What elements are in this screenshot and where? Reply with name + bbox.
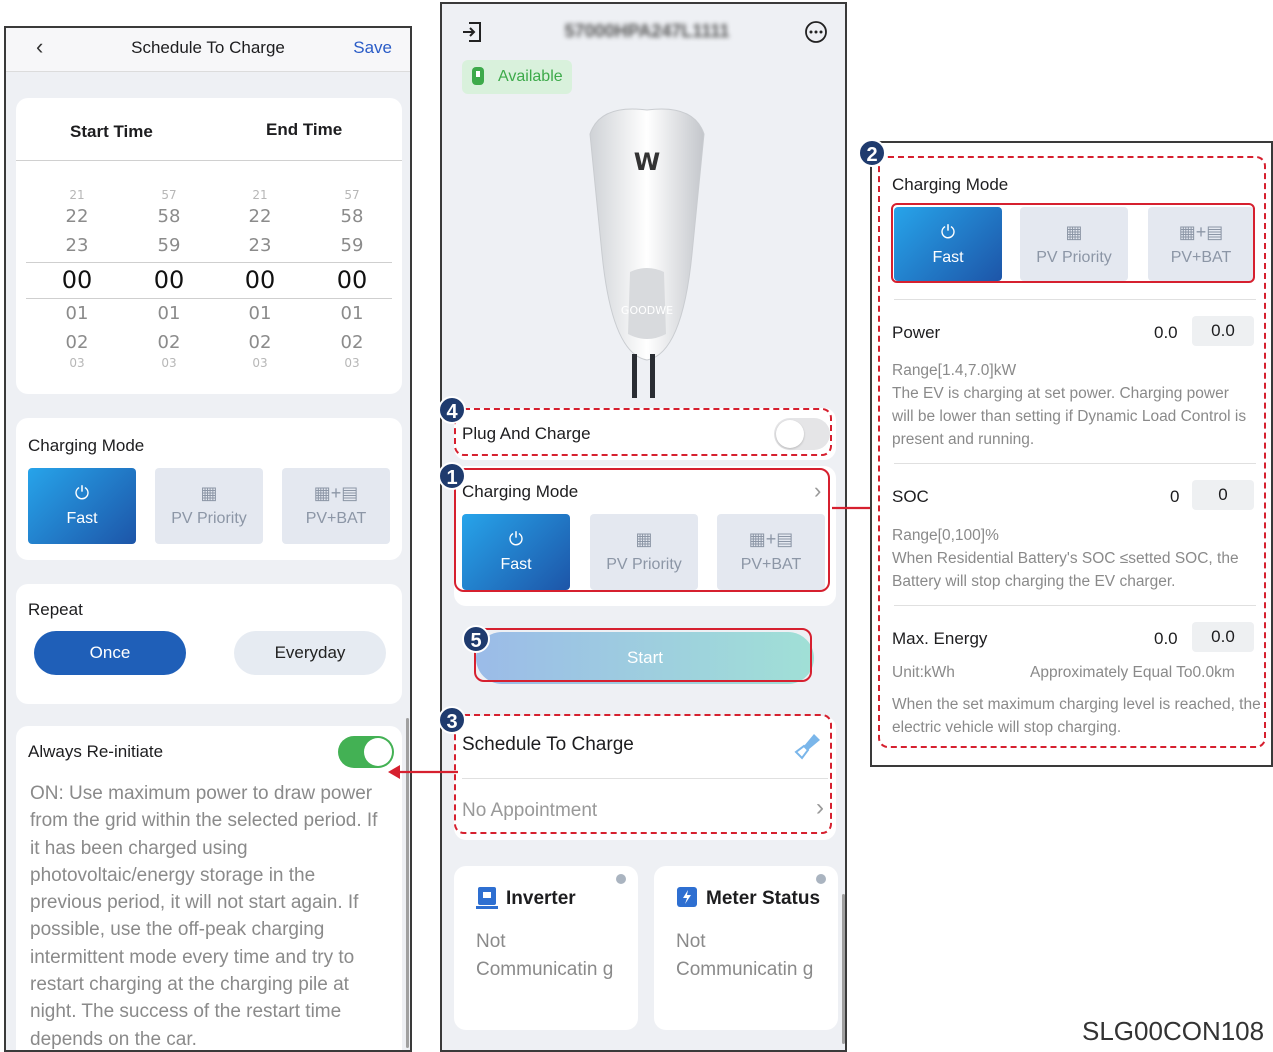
mode-pv-priority-button[interactable]: ▦ PV Priority	[155, 468, 263, 544]
mode-pv-bat-button[interactable]: ▦+▤ PV+BAT	[282, 468, 390, 544]
picker-item: 02	[157, 332, 181, 353]
charging-mode-card: Charging Mode ⏻ Fast ▦ PV Priority ▦+▤ P…	[16, 418, 402, 560]
meter-status-card[interactable]: Meter Status Not Communicatin g	[654, 866, 838, 1030]
status-badge: Available	[462, 60, 572, 94]
picker-item: 59	[340, 235, 364, 256]
reinitiate-card: Always Re-initiate ON: Use maximum power…	[16, 726, 402, 1050]
section-title: Repeat	[28, 600, 83, 619]
meter-title: Meter Status	[706, 888, 821, 909]
annotation-badge-1: 1	[438, 462, 466, 490]
inverter-icon	[476, 887, 498, 909]
annotation-box-plug-and-charge	[454, 408, 832, 456]
picker-item: 59	[157, 235, 181, 256]
inverter-title: Inverter	[506, 888, 576, 909]
picker-item: 22	[65, 206, 89, 227]
picker-selected-end-hour: 00	[244, 266, 276, 294]
page-title: Schedule To Charge	[131, 38, 285, 57]
reinitiate-title: Always Re-initiate	[28, 742, 164, 761]
annotation-badge-5: 5	[462, 625, 490, 653]
more-options-icon[interactable]	[804, 20, 828, 44]
picker-item: 23	[65, 235, 89, 256]
plug-icon: ⏻	[74, 483, 90, 503]
annotation-badge-4: 4	[438, 396, 466, 424]
status-dot	[616, 874, 626, 884]
time-picker-card: Start Time End Time 21 57 21 57 22 58 22…	[16, 98, 402, 394]
reinitiate-description: ON: Use maximum power to draw power from…	[30, 783, 378, 1050]
inverter-status: Not Communicatin g	[476, 931, 614, 980]
meter-icon	[677, 887, 697, 907]
meter-status: Not Communicatin g	[676, 931, 814, 980]
nav-bar: ‹ Schedule To Charge Save	[6, 28, 410, 72]
picker-selected-end-minute: 00	[336, 266, 368, 294]
annotation-box-start	[474, 628, 812, 682]
picker-item: 58	[340, 206, 364, 227]
section-title: Charging Mode	[28, 436, 145, 455]
annotation-box-schedule	[454, 714, 832, 834]
annotation-badge-3: 3	[438, 706, 466, 734]
picker-item: 22	[248, 206, 272, 227]
charger-status-icon	[472, 67, 484, 85]
repeat-once-button[interactable]: Once	[34, 631, 186, 675]
picker-item: 01	[157, 303, 181, 324]
picker-item: 02	[248, 332, 272, 353]
start-time-label[interactable]: Start Time	[70, 122, 153, 142]
picker-item: 03	[344, 356, 360, 370]
schedule-screen: ‹ Schedule To Charge Save Start Time End…	[4, 26, 412, 1052]
picker-item: 03	[161, 356, 177, 370]
picker-item: 01	[340, 303, 364, 324]
picker-item: 01	[65, 303, 89, 324]
repeat-everyday-button[interactable]: Everyday	[234, 631, 386, 675]
repeat-card: Repeat Once Everyday	[16, 584, 402, 704]
charger-image: GOODWE W	[589, 108, 705, 398]
end-time-label[interactable]: End Time	[266, 120, 342, 140]
picker-item: 58	[157, 206, 181, 227]
scrollbar[interactable]	[842, 894, 845, 1044]
solar-panel-icon: ▦	[200, 483, 218, 503]
picker-item: 02	[65, 332, 89, 353]
exit-icon[interactable]	[460, 20, 484, 44]
picker-item: 02	[340, 332, 364, 353]
arrow-to-left-panel	[388, 765, 458, 779]
picker-item: 21	[69, 188, 85, 202]
picker-item: 57	[344, 188, 360, 202]
mode-pvbat-label: PV+BAT	[305, 510, 367, 527]
brand-logo-text: GOODWE	[621, 304, 673, 317]
annotation-box-mode-options	[891, 203, 1255, 283]
picker-selected-start-minute: 00	[153, 266, 185, 294]
picker-selected-start-hour: 00	[61, 266, 93, 294]
mode-pv-label: PV Priority	[171, 510, 247, 527]
inverter-card[interactable]: Inverter Not Communicatin g	[454, 866, 638, 1030]
device-id: 57000HPA247L1111	[564, 21, 730, 41]
picker-item: 23	[248, 235, 272, 256]
mode-fast-button[interactable]: ⏻ Fast	[28, 468, 136, 544]
mode-fast-label: Fast	[66, 510, 98, 527]
save-button[interactable]: Save	[353, 38, 392, 58]
figure-code: SLG00CON108	[1082, 1016, 1265, 1046]
status-text: Available	[498, 68, 563, 85]
svg-text:W: W	[634, 148, 660, 176]
picker-item: 57	[161, 188, 177, 202]
annotation-badge-2: 2	[858, 139, 886, 167]
status-dot	[816, 874, 826, 884]
solar-battery-icon: ▦+▤	[313, 483, 359, 503]
picker-item: 03	[69, 356, 85, 370]
picker-item: 03	[252, 356, 268, 370]
annotation-box-charging-mode	[454, 468, 830, 592]
picker-item: 21	[252, 188, 268, 202]
picker-item: 01	[248, 303, 272, 324]
